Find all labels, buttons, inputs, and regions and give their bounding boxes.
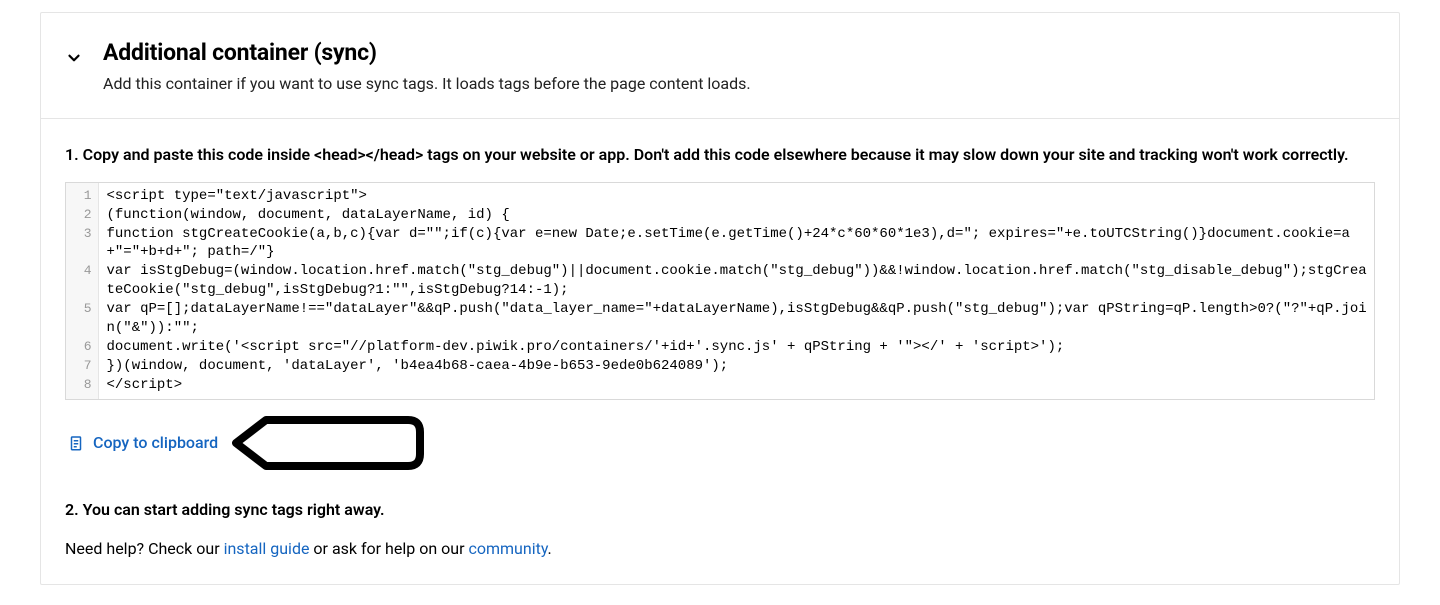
header-title: Additional container (sync): [103, 39, 751, 66]
line-number: 5: [66, 300, 98, 338]
code-line: <script type="text/javascript">: [98, 183, 1374, 206]
line-number: 4: [66, 262, 98, 300]
line-number: 6: [66, 338, 98, 357]
chevron-down-icon: [65, 49, 83, 67]
code-line: })(window, document, 'dataLayer', 'b4ea4…: [98, 357, 1374, 376]
help-suffix: .: [548, 539, 552, 558]
sync-container-card: Additional container (sync) Add this con…: [40, 12, 1400, 585]
copy-label: Copy to clipboard: [93, 433, 218, 452]
line-number: 8: [66, 376, 98, 399]
card-header[interactable]: Additional container (sync) Add this con…: [41, 13, 1399, 119]
step-1-text: 1. Copy and paste this code inside <head…: [65, 143, 1375, 168]
code-line: </script>: [98, 376, 1374, 399]
code-snippet[interactable]: 1<script type="text/javascript">2(functi…: [65, 182, 1375, 400]
step-2-text: 2. You can start adding sync tags right …: [65, 500, 1375, 519]
need-help-text: Need help? Check our install guide or as…: [65, 539, 1375, 558]
card-body: 1. Copy and paste this code inside <head…: [41, 119, 1399, 584]
header-subtitle: Add this container if you want to use sy…: [103, 72, 751, 96]
line-number: 3: [66, 225, 98, 263]
copy-to-clipboard-button[interactable]: Copy to clipboard: [65, 427, 220, 458]
install-guide-link[interactable]: install guide: [224, 539, 310, 558]
line-number: 7: [66, 357, 98, 376]
header-text: Additional container (sync) Add this con…: [103, 39, 751, 96]
code-line: var isStgDebug=(window.location.href.mat…: [98, 262, 1374, 300]
help-prefix: Need help? Check our: [65, 539, 224, 558]
callout-arrow-annotation: [228, 414, 428, 472]
community-link[interactable]: community: [468, 539, 547, 558]
line-number: 1: [66, 183, 98, 206]
clipboard-icon: [67, 434, 85, 452]
code-line: document.write('<script src="//platform-…: [98, 338, 1374, 357]
code-line: function stgCreateCookie(a,b,c){var d=""…: [98, 225, 1374, 263]
code-line: (function(window, document, dataLayerNam…: [98, 206, 1374, 225]
line-number: 2: [66, 206, 98, 225]
code-line: var qP=[];dataLayerName!=="dataLayer"&&q…: [98, 300, 1374, 338]
help-middle: or ask for help on our: [309, 539, 468, 558]
